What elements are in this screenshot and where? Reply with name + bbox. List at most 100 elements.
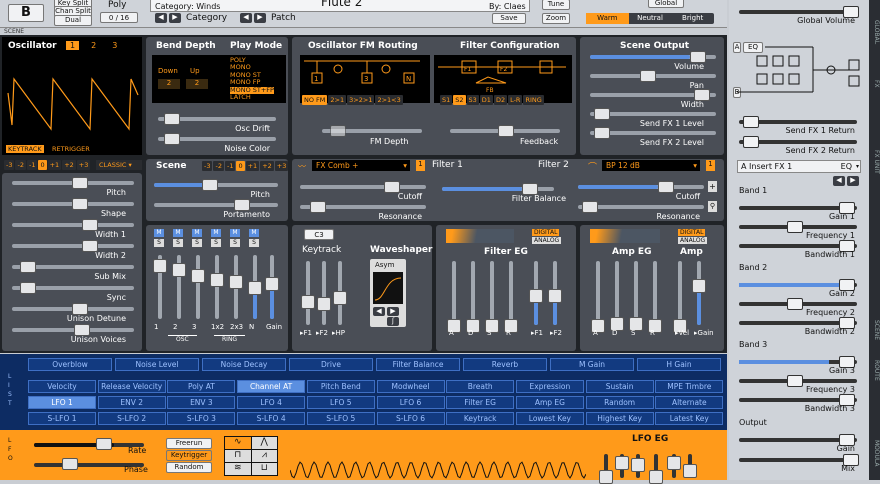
amp-eg-slider-3[interactable] xyxy=(653,261,657,325)
mixer-ms-5[interactable]: MS xyxy=(249,229,259,247)
mute-button-3[interactable]: M xyxy=(211,229,221,237)
square-icon[interactable]: ⊓ xyxy=(225,450,251,462)
lfo-eg-knob-1[interactable] xyxy=(615,456,629,470)
mixer-slider-2[interactable] xyxy=(196,255,200,319)
category-prev-button[interactable]: ◀ xyxy=(155,13,167,23)
mixer-knob-3[interactable] xyxy=(210,273,224,287)
character-selector[interactable]: Warm Neutral Bright xyxy=(586,13,714,24)
osc-width-2-slider[interactable] xyxy=(12,244,134,248)
mod-source-release-velocity[interactable]: Release Velocity xyxy=(97,380,166,393)
osc-width-1-slider[interactable] xyxy=(12,223,134,227)
mod-source-lfo-6[interactable]: LFO 6 xyxy=(376,396,445,409)
mixer-knob-6[interactable] xyxy=(265,277,279,291)
zoom-button[interactable]: Zoom xyxy=(542,13,570,24)
mod-source-lfo-1[interactable]: LFO 1 xyxy=(28,396,96,409)
saw-icon[interactable]: ⩘ xyxy=(251,450,277,462)
mod-source-amp-eg[interactable]: Amp EG xyxy=(515,396,584,409)
insert-fx-dropdown[interactable]: A Insert FX 1 EQ ▾ xyxy=(737,160,861,173)
lfo-shape-grid[interactable]: ∿ ⋀ ⊓ ⩘ ≋ ⊔ xyxy=(224,436,278,476)
filter-eg-analog[interactable]: ANALOG xyxy=(532,237,562,244)
mod-source-sustain[interactable]: Sustain xyxy=(585,380,654,393)
macro-noise-level[interactable]: Noise Level xyxy=(115,358,199,371)
side-tab-modula[interactable]: MODULA xyxy=(869,440,880,467)
filter2-cutoff-slider[interactable] xyxy=(578,185,704,189)
patch-browser[interactable]: Flute 2 Category: Winds By: Claes xyxy=(150,0,530,12)
category-next-button[interactable]: ▶ xyxy=(169,13,181,23)
bend-down-value[interactable]: 2 xyxy=(158,79,180,89)
bright-option[interactable]: Bright xyxy=(671,13,714,24)
mod-source-highest-key[interactable]: Highest Key xyxy=(585,412,654,425)
play-mode-list[interactable]: POLY MONO MONO ST MONO FP MONO ST+FP LATCH xyxy=(230,56,274,101)
filter2-add-button[interactable]: + xyxy=(708,181,717,192)
lfo-rate-knob[interactable] xyxy=(96,438,112,450)
fm-depth-knob[interactable] xyxy=(330,125,346,137)
keytrack-knob-1[interactable] xyxy=(317,297,331,311)
neutral-option[interactable]: Neutral xyxy=(629,13,672,24)
scene-octave-selector[interactable]: -3 -2 -1 0 +1 +2 +3 xyxy=(202,161,289,171)
keytrack-slider-0[interactable] xyxy=(306,261,310,325)
osc-octave-selector[interactable]: -3 -2 -1 0 +1 +2 +3 xyxy=(4,160,91,170)
oscillator-display[interactable]: Oscillator 1 2 3 KEYTRACK RETRIGGER xyxy=(2,37,142,155)
filter2-link-button[interactable]: ⚲ xyxy=(708,201,717,212)
send1-return-knob[interactable] xyxy=(743,116,759,128)
mod-source-lfo-5[interactable]: LFO 5 xyxy=(306,396,375,409)
mixer-ms-3[interactable]: MS xyxy=(211,229,221,247)
mute-button-2[interactable]: M xyxy=(192,229,202,237)
mod-source-s-lfo-4[interactable]: S-LFO 4 xyxy=(237,412,306,425)
lfo-eg-knob-4[interactable] xyxy=(667,456,681,470)
waveshaper-next[interactable]: ▶ xyxy=(387,307,399,316)
keytrack-knob-2[interactable] xyxy=(333,291,347,305)
filter1-type-dropdown[interactable]: FX Comb + ▾ xyxy=(312,160,410,171)
freerun-button[interactable]: Freerun xyxy=(166,438,212,449)
waveshaper-type[interactable]: Asym xyxy=(375,261,394,269)
osc-unison-voices-slider[interactable] xyxy=(12,328,134,332)
osc-3-button[interactable]: 3 xyxy=(108,41,121,50)
side-tab-fx-unit[interactable]: FX UNIT xyxy=(869,150,880,174)
band3-frequency-3-knob[interactable] xyxy=(787,375,803,387)
keytrigger-button[interactable]: Keytrigger xyxy=(166,450,212,461)
amp-eg-digital[interactable]: DIGITAL xyxy=(678,229,706,236)
mixer-knob-5[interactable] xyxy=(248,281,262,295)
filter-eg-slider-3[interactable] xyxy=(509,261,513,325)
lfo-eg-knob-3[interactable] xyxy=(649,470,663,484)
macro-overblow[interactable]: Overblow xyxy=(28,358,112,371)
mod-source-modwheel[interactable]: Modwheel xyxy=(376,380,445,393)
filter-config-selector[interactable]: S1 S2 S3 D1 D2 L-R RING xyxy=(440,95,544,105)
keytrack-toggle[interactable]: KEYTRACK xyxy=(6,145,44,153)
solo-button-1[interactable]: S xyxy=(173,239,183,247)
waveshaper-display[interactable]: Asym ◀ ▶ ʃ xyxy=(370,259,406,327)
mod-source-env-3[interactable]: ENV 3 xyxy=(167,396,236,409)
mod-source-s-lfo-3[interactable]: S-LFO 3 xyxy=(167,412,236,425)
lfo-phase-knob[interactable] xyxy=(62,458,78,470)
patch-prev-button[interactable]: ◀ xyxy=(240,13,252,23)
mixer-knob-1[interactable] xyxy=(172,263,186,277)
amp-eg-slider-0[interactable] xyxy=(596,261,600,325)
mixer-ms-2[interactable]: MS xyxy=(192,229,202,247)
keytrack-slider-1[interactable] xyxy=(322,261,326,325)
band1-frequency-1-knob[interactable] xyxy=(787,221,803,233)
macro-h-gain[interactable]: H Gain xyxy=(637,358,721,371)
amp-eg-analog[interactable]: ANALOG xyxy=(678,237,708,244)
mixer-ms-0[interactable]: MS xyxy=(154,229,164,247)
mod-source-s-lfo-2[interactable]: S-LFO 2 xyxy=(97,412,166,425)
waveshaper-prev[interactable]: ◀ xyxy=(373,307,385,316)
mod-source-velocity[interactable]: Velocity xyxy=(28,380,96,393)
dual-button[interactable]: Dual xyxy=(54,15,92,26)
bend-up-value[interactable]: 2 xyxy=(186,79,208,89)
mod-source-breath[interactable]: Breath xyxy=(446,380,515,393)
side-tab-route[interactable]: ROUTE xyxy=(869,360,880,381)
solo-button-4[interactable]: S xyxy=(230,239,240,247)
retrigger-toggle[interactable]: RETRIGGER xyxy=(52,145,90,153)
filter-eg-knob-4[interactable] xyxy=(529,289,543,303)
noise-icon[interactable]: ≋ xyxy=(225,463,251,475)
filter-eg-slider-0[interactable] xyxy=(452,261,456,325)
filter-eg-slider-1[interactable] xyxy=(471,261,475,325)
mute-button-4[interactable]: M xyxy=(230,229,240,237)
macro-drive[interactable]: Drive xyxy=(289,358,373,371)
amp-eg-slider-4[interactable] xyxy=(678,261,682,325)
mod-source-pitch-bend[interactable]: Pitch Bend xyxy=(306,380,375,393)
insert-prev-button[interactable]: ◀ xyxy=(833,176,845,186)
solo-button-5[interactable]: S xyxy=(249,239,259,247)
sine-icon[interactable]: ∿ xyxy=(225,437,251,449)
scene-b-button[interactable]: B xyxy=(8,4,44,22)
